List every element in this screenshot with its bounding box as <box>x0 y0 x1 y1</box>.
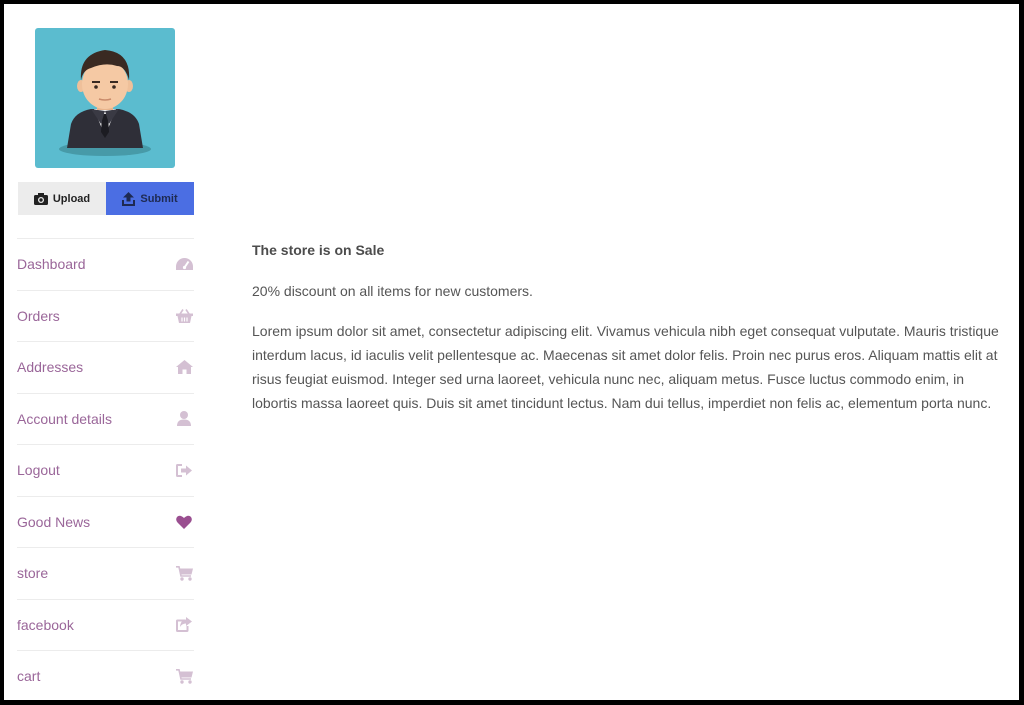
sidebar-item-label: Dashboard <box>17 256 86 273</box>
main-content: The store is on Sale 20% discount on all… <box>252 242 1010 415</box>
cart-icon <box>175 564 193 582</box>
cart-icon <box>175 667 193 685</box>
sidebar-item-label: Account details <box>17 410 112 427</box>
sidebar-item-cart[interactable]: cart <box>17 650 194 700</box>
sidebar-item-store[interactable]: store <box>17 547 194 599</box>
sidebar-item-account-details[interactable]: Account details <box>17 392 194 445</box>
avatar <box>35 28 175 168</box>
sidebar-item-facebook[interactable]: facebook <box>17 598 194 651</box>
sidebar-item-logout[interactable]: Logout <box>17 444 194 496</box>
upload-button[interactable]: Upload <box>18 182 106 215</box>
sidebar-item-label: facebook <box>17 616 74 633</box>
submit-button[interactable]: Submit <box>106 182 194 215</box>
submit-label: Submit <box>140 192 178 205</box>
sidebar-item-dashboard[interactable]: Dashboard <box>17 238 194 290</box>
home-icon <box>175 358 193 376</box>
sidebar-item-addresses[interactable]: Addresses <box>17 341 194 393</box>
upload-arrow-icon <box>122 191 136 206</box>
sidebar-item-label: Logout <box>17 462 60 479</box>
sign-out-icon <box>175 461 193 479</box>
sidebar-item-orders[interactable]: Orders <box>17 289 194 342</box>
notice-lead: 20% discount on all items for new custom… <box>252 283 533 299</box>
page-frame: Upload Submit Dashboard Orders Addresses… <box>4 4 1019 700</box>
sidebar-item-label: Good News <box>17 513 91 530</box>
sidebar-item-label: Addresses <box>17 359 84 376</box>
avatar-actions: Upload Submit <box>18 182 194 215</box>
heart-icon <box>175 513 193 531</box>
sidebar-item-label: Orders <box>17 307 60 324</box>
avatar-illustration <box>59 50 151 156</box>
basket-icon <box>175 307 193 325</box>
upload-label: Upload <box>52 192 91 205</box>
notice-body: Lorem ipsum dolor sit amet, consectetur … <box>252 323 999 411</box>
sidebar-item-label: cart <box>17 668 41 685</box>
external-share-icon <box>175 616 193 634</box>
account-navigation: Dashboard Orders Addresses Account detai… <box>17 238 194 700</box>
notice-heading: The store is on Sale <box>252 242 385 258</box>
user-icon <box>175 410 193 428</box>
sidebar-item-good-news[interactable]: Good News <box>17 495 194 548</box>
camera-icon <box>33 192 48 205</box>
sidebar-item-label: store <box>17 565 49 582</box>
dashboard-icon <box>175 255 193 273</box>
sidebar: Upload Submit Dashboard Orders Addresses… <box>17 4 198 700</box>
